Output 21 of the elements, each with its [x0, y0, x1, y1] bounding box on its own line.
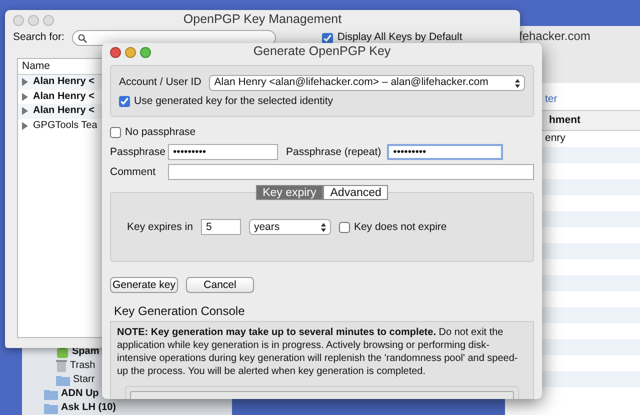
console-title: Key Generation Console	[114, 304, 246, 320]
checkbox-label: Use generated key for the selected identity	[134, 95, 334, 108]
checkbox-label: Key does not expire	[354, 220, 447, 234]
mailbox-label: Spam	[72, 346, 100, 358]
window-title: OpenPGP Key Management	[182, 12, 343, 28]
mailbox-label: Trash	[70, 360, 96, 372]
table-cell: enry	[545, 132, 566, 144]
field-label: Comment	[110, 166, 157, 179]
window-title: Generate OpenPGP Key	[252, 44, 392, 60]
mailbox-label: Starr	[73, 374, 95, 386]
account-text: fehacker.com	[519, 29, 590, 43]
field-label: Key expires in	[127, 220, 193, 234]
search-label: Search for:	[13, 31, 64, 45]
console-note: NOTE: Key generation may take up to several minutes to complete. Do not exit the application while key generation is in progress. Actively browsing or performing disk-intensive operations during key generation will replenish the 'randomness pool' and speed-up the process. You will be alerted when key generation is completed.	[117, 326, 519, 378]
mailbox-label: Ask LH (10)	[61, 402, 116, 414]
checkbox-label: No passphrase	[125, 126, 196, 140]
field-label: Passphrase	[110, 146, 166, 159]
mailbox-label: ADN Up	[61, 388, 99, 400]
field-label: Passphrase (repeat)	[286, 146, 382, 159]
checkbox-label: Display All Keys by Default	[337, 31, 462, 45]
field-label: Account / User ID	[119, 76, 202, 90]
